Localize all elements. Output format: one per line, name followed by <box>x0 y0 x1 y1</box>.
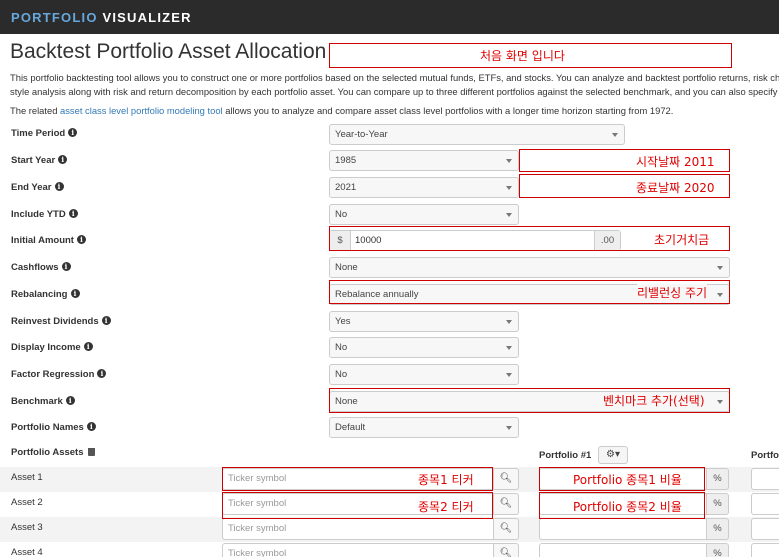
annotation-end-date: 종료날짜 2020 <box>636 181 715 195</box>
info-icon[interactable]: i <box>76 235 86 244</box>
chevron-down-icon <box>506 213 512 217</box>
info-icon[interactable]: i <box>58 155 68 164</box>
end-year-select[interactable]: 2021 <box>329 177 519 198</box>
annotation-ticker-1: 종목1 티커 <box>418 473 474 487</box>
asset-class-tool-link[interactable]: asset class level portfolio modeling too… <box>60 105 223 116</box>
annotation-pct-1: Portfolio 종목1 비율 <box>573 473 682 487</box>
page-description-line-1: This portfolio backtesting tool allows y… <box>10 72 779 83</box>
factor-regression-select[interactable]: No <box>329 364 519 385</box>
benchmark-label: Benchmark i <box>11 396 75 407</box>
info-icon[interactable]: i <box>70 289 80 298</box>
asset-row: Asset 3 Ticker symbol 🔍︎ % <box>0 517 779 542</box>
start-year-label: Start Year i <box>11 155 68 166</box>
factor-regression-label: Factor Regression i <box>11 369 107 380</box>
annotation-ticker-2: 종목2 티커 <box>418 500 474 514</box>
include-ytd-label: Include YTD i <box>11 209 78 220</box>
info-icon[interactable]: i <box>101 316 111 325</box>
asset-row: Asset 4 Ticker symbol 🔍︎ % <box>0 542 779 557</box>
allocation-input[interactable] <box>539 518 707 540</box>
site-logo[interactable]: PORTFOLIO VISUALIZER <box>11 10 192 25</box>
page-description-line-2: style analysis along with risk and retur… <box>10 86 778 97</box>
portfolio-2-heading: Portfo <box>751 450 779 461</box>
percent-addon: % <box>707 518 729 540</box>
initial-amount-label: Initial Amount i <box>11 235 86 246</box>
time-period-label: Time Period i <box>11 128 78 139</box>
annotation-initial-amount: 초기거치금 <box>654 233 710 247</box>
rebalancing-label: Rebalancing i <box>11 289 80 300</box>
chevron-down-icon <box>506 426 512 430</box>
display-income-label: Display Income i <box>11 342 93 353</box>
allocation-input[interactable] <box>539 543 707 557</box>
asset-label: Asset 4 <box>11 547 43 557</box>
allocation-input-portfolio-2[interactable] <box>751 468 779 490</box>
asset-label: Asset 1 <box>11 472 43 483</box>
annotation-pct-2: Portfolio 종목2 비율 <box>573 500 682 514</box>
chevron-down-icon <box>506 186 512 190</box>
search-icon[interactable]: 🔍︎ <box>494 493 519 515</box>
chevron-down-icon <box>717 266 723 270</box>
info-icon[interactable]: i <box>68 128 78 137</box>
info-icon[interactable]: i <box>54 182 64 191</box>
cashflows-label: Cashflows i <box>11 262 71 273</box>
include-ytd-select[interactable]: No <box>329 204 519 225</box>
annotation-rebalancing: 리밸런싱 주기 <box>637 284 708 301</box>
search-icon[interactable]: 🔍︎ <box>494 543 519 557</box>
info-icon[interactable]: i <box>61 262 71 271</box>
chevron-down-icon <box>506 373 512 377</box>
portfolio-names-select[interactable]: Default <box>329 417 519 438</box>
asset-label: Asset 2 <box>11 497 43 508</box>
chevron-down-icon <box>506 320 512 324</box>
info-icon[interactable]: i <box>68 209 78 218</box>
annotation-start-date: 시작날짜 2011 <box>636 155 715 169</box>
desc3-prefix: The related <box>10 105 61 116</box>
info-icon[interactable]: i <box>86 422 96 431</box>
chevron-down-icon <box>506 159 512 163</box>
portfolio-1-heading: Portfolio #1 <box>539 450 592 461</box>
search-icon[interactable]: 🔍︎ <box>494 518 519 540</box>
allocation-input-portfolio-2[interactable] <box>751 493 779 515</box>
display-income-select[interactable]: No <box>329 337 519 358</box>
cashflows-select[interactable]: None <box>329 257 730 278</box>
desc3-suffix: allows you to analyze and compare asset … <box>222 105 674 116</box>
percent-addon: % <box>707 493 729 515</box>
brand-part-1: PORTFOLIO <box>11 10 98 25</box>
info-icon[interactable]: i <box>97 369 107 378</box>
annotation-benchmark: 벤치마크 추가(선택) <box>603 392 705 409</box>
percent-addon: % <box>707 543 729 557</box>
annotation-intro: 처음 화면 입니다 <box>480 49 565 63</box>
reinvest-dividends-label: Reinvest Dividends i <box>11 316 111 327</box>
portfolio-names-label: Portfolio Names i <box>11 422 96 433</box>
info-icon[interactable]: i <box>65 396 75 405</box>
chevron-down-icon <box>612 133 618 137</box>
time-period-select[interactable]: Year-to-Year <box>329 124 625 145</box>
page-title: Backtest Portfolio Asset Allocation <box>10 40 327 63</box>
portfolio-1-settings-button[interactable]: ⚙▾ <box>598 446 628 464</box>
start-year-select[interactable]: 1985 <box>329 150 519 171</box>
allocation-input-portfolio-2[interactable] <box>751 518 779 540</box>
portfolio-assets-heading: Portfolio Assets <box>11 447 95 458</box>
trash-icon[interactable] <box>87 448 95 456</box>
chevron-down-icon <box>506 346 512 350</box>
brand-part-2: VISUALIZER <box>102 10 192 25</box>
info-icon[interactable]: i <box>83 342 93 351</box>
ticker-input[interactable]: Ticker symbol <box>222 543 494 557</box>
asset-label: Asset 3 <box>11 522 43 533</box>
search-icon[interactable]: 🔍︎ <box>494 468 519 490</box>
percent-addon: % <box>707 468 729 490</box>
reinvest-dividends-select[interactable]: Yes <box>329 311 519 332</box>
end-year-label: End Year i <box>11 182 64 193</box>
top-navbar: PORTFOLIO VISUALIZER <box>0 0 779 34</box>
ticker-input[interactable]: Ticker symbol <box>222 518 494 540</box>
page-description-line-3: The related asset class level portfolio … <box>10 105 673 116</box>
allocation-input-portfolio-2[interactable] <box>751 543 779 557</box>
